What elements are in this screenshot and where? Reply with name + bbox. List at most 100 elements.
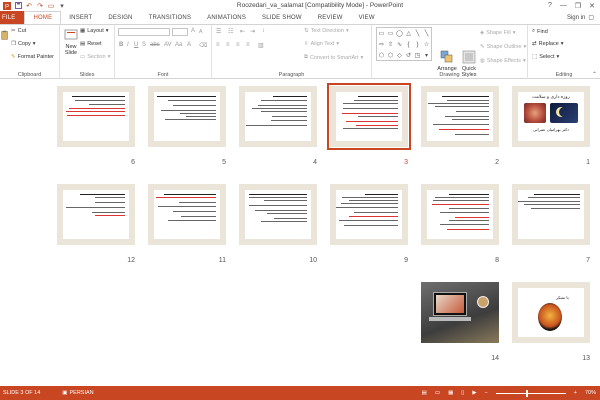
tab-insert[interactable]: INSERT — [61, 11, 100, 24]
pentagon-shape-icon[interactable]: ⬠ — [379, 52, 384, 59]
align-center-icon[interactable]: ≡ — [226, 42, 230, 48]
align-left-icon[interactable]: ≡ — [216, 42, 220, 48]
hexagon-shape-icon[interactable]: ⬡ — [388, 52, 393, 59]
star-shape-icon[interactable]: ☆ — [424, 41, 429, 48]
format-painter-button[interactable]: ✎ Format Painter — [11, 54, 54, 60]
font-color-icon[interactable]: A — [187, 42, 191, 48]
sign-in-link[interactable]: Sign in ▢ — [567, 11, 600, 24]
minimize-button[interactable]: — — [560, 2, 567, 10]
decrease-indent-icon[interactable]: ⇤ — [240, 28, 245, 35]
rectangle-shape-icon[interactable]: ▭ — [388, 30, 394, 37]
slide-thumbnail[interactable] — [57, 86, 135, 147]
tab-transitions[interactable]: TRANSITIONS — [141, 11, 200, 24]
clear-formatting-icon[interactable]: ⌫ — [199, 42, 207, 49]
diamond-shape-icon[interactable]: ◇ — [397, 52, 402, 59]
slideshow-view-icon[interactable]: ▶ — [472, 390, 476, 396]
new-slide-button[interactable]: New Slide — [62, 28, 80, 56]
close-button[interactable]: ✕ — [589, 2, 595, 10]
font-name-combo[interactable] — [118, 28, 170, 36]
rectangle-shape-icon[interactable]: ▭ — [379, 30, 385, 37]
slide-sorter-view-icon[interactable]: ▦ — [448, 390, 453, 396]
callout-shape-icon[interactable]: ◳ — [415, 52, 421, 59]
font-size-combo[interactable] — [172, 28, 188, 36]
start-slideshow-icon[interactable]: ▭ — [47, 2, 55, 10]
zoom-in-button[interactable]: + — [574, 390, 577, 396]
restore-button[interactable]: ❐ — [575, 2, 581, 10]
tab-view[interactable]: VIEW — [351, 11, 383, 24]
slide-thumbnail[interactable] — [148, 86, 226, 147]
cut-button[interactable]: ✂ Cut — [11, 28, 26, 34]
select-button[interactable]: ⬚ Select ▾ — [532, 54, 559, 60]
tab-file[interactable]: FILE — [0, 11, 25, 24]
tab-home[interactable]: HOME — [24, 11, 62, 24]
collapse-ribbon-icon[interactable]: ⌃ — [592, 71, 597, 78]
text-direction-button[interactable]: ⇅ Text Direction ▾ — [304, 28, 349, 34]
line-shape-icon[interactable]: ╲ — [416, 30, 420, 37]
redo-icon[interactable]: ↷ — [36, 2, 44, 10]
tab-slide-show[interactable]: SLIDE SHOW — [254, 11, 310, 24]
convert-smartart-button[interactable]: ⧉ Convert to SmartArt ▾ — [304, 54, 363, 61]
oval-shape-icon[interactable]: ◯ — [396, 30, 403, 37]
zoom-level[interactable]: 70% — [585, 390, 596, 396]
increase-font-size-icon[interactable]: A — [191, 28, 195, 34]
slide-thumbnail[interactable] — [239, 184, 317, 245]
undo-icon[interactable]: ↶ — [25, 2, 33, 10]
shadow-icon[interactable]: S — [142, 42, 146, 48]
shape-outline-button[interactable]: ✎ Shape Outline ▾ — [480, 44, 526, 50]
character-spacing-icon[interactable]: AV — [164, 42, 172, 48]
tab-design[interactable]: DESIGN — [100, 11, 140, 24]
slide-thumbnail[interactable] — [421, 86, 499, 147]
triangle-shape-icon[interactable]: △ — [406, 30, 411, 37]
shapes-gallery[interactable]: ▭ ▭ ◯ △ ╲ ╲ ⇨ ⇧ ∿ { } ☆ ⬠ ⬡ ◇ ↺ ◳ ▾ — [376, 27, 432, 61]
reading-view-icon[interactable]: ▯ — [461, 390, 464, 396]
customize-toolbar-icon[interactable]: ▾ — [58, 2, 66, 10]
replace-button[interactable]: ⇄ Replace ▾ — [532, 41, 564, 47]
language-status[interactable]: ▣ PERSIAN — [62, 390, 93, 396]
help-button[interactable]: ? — [548, 2, 552, 10]
quick-styles-button[interactable]: Quick Styles — [459, 50, 479, 78]
bold-icon[interactable]: B — [119, 42, 123, 48]
underline-icon[interactable]: U — [134, 42, 138, 48]
line-shape-icon[interactable]: ╲ — [425, 30, 429, 37]
slide-thumbnail[interactable] — [421, 184, 499, 245]
align-text-button[interactable]: ⇳ Align Text ▾ — [304, 41, 339, 47]
tab-review[interactable]: REVIEW — [310, 11, 351, 24]
slide-thumbnail[interactable]: روزه داری و سلامت دکتر بهرامیان عمرانی — [512, 86, 590, 147]
slide-thumbnail[interactable] — [239, 86, 317, 147]
justify-icon[interactable]: ≡ — [246, 42, 250, 48]
slide-thumbnail[interactable] — [327, 83, 411, 150]
bullets-icon[interactable]: ☰ — [216, 28, 221, 35]
zoom-out-button[interactable]: − — [485, 390, 488, 396]
normal-view-icon[interactable]: ▭ — [435, 390, 440, 396]
italic-icon[interactable]: I — [127, 42, 129, 48]
arrow-shape-icon[interactable]: ⇨ — [379, 41, 384, 48]
find-button[interactable]: ⌕ Find — [532, 28, 548, 35]
brace-shape-icon[interactable]: } — [416, 42, 418, 48]
slide-thumbnail[interactable] — [148, 184, 226, 245]
section-button[interactable]: ▭ Section ▾ — [80, 54, 110, 60]
ribbon-display-options-icon[interactable]: ▢ — [588, 14, 594, 21]
paste-button[interactable] — [1, 28, 11, 44]
curve-shape-icon[interactable]: ∿ — [397, 41, 402, 48]
shape-fill-button[interactable]: ◈ Shape Fill ▾ — [480, 30, 515, 36]
reset-button[interactable]: ▤ Reset — [80, 41, 102, 47]
columns-icon[interactable]: ▥ — [258, 42, 264, 49]
arrow-shape-icon[interactable]: ↺ — [406, 52, 411, 59]
layout-button[interactable]: ▦ Layout ▾ — [80, 28, 108, 34]
strikethrough-icon[interactable]: abc — [150, 42, 160, 48]
slide-count-status[interactable]: SLIDE 3 OF 14 — [0, 390, 40, 396]
slide-thumbnail[interactable] — [512, 184, 590, 245]
arrange-button[interactable]: Arrange — [436, 50, 458, 72]
change-case-icon[interactable]: Aa — [175, 42, 182, 48]
arrow-shape-icon[interactable]: ⇧ — [388, 41, 393, 48]
slide-thumbnail[interactable] — [57, 184, 135, 245]
save-icon[interactable] — [14, 2, 22, 10]
decrease-font-size-icon[interactable]: A — [199, 29, 202, 35]
more-shapes-icon[interactable]: ▾ — [425, 52, 428, 59]
slide-thumbnail[interactable]: با تشکر — [512, 282, 590, 343]
tab-animations[interactable]: ANIMATIONS — [199, 11, 254, 24]
shape-effects-button[interactable]: ◍ Shape Effects ▾ — [480, 58, 526, 64]
notes-icon[interactable]: ▤ — [422, 390, 427, 396]
copy-button[interactable]: ❐ Copy ▾ — [11, 41, 36, 47]
zoom-slider-handle[interactable] — [525, 389, 528, 397]
